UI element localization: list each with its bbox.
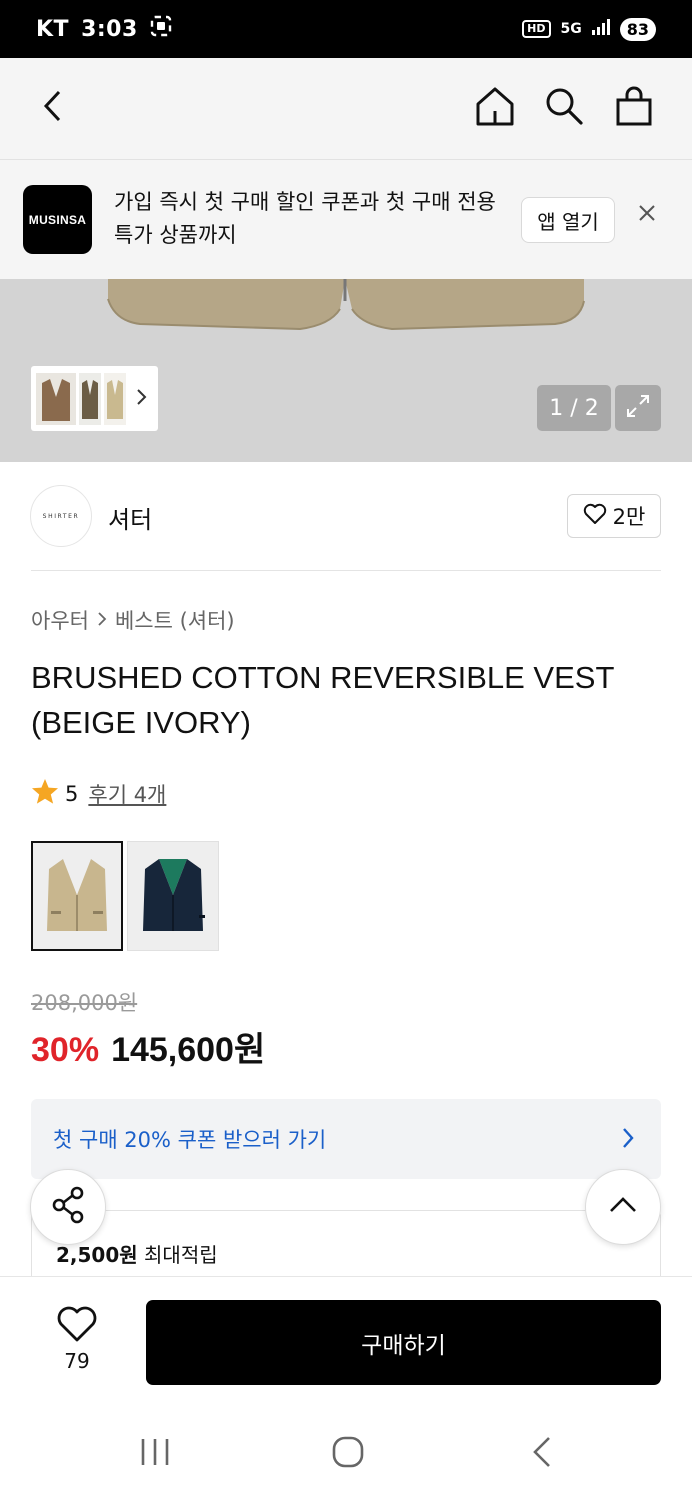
- expand-icon: [625, 393, 651, 423]
- hd-badge: HD: [522, 20, 551, 38]
- shopping-bag-icon: [615, 86, 653, 130]
- thumbnail-beige-vest[interactable]: [104, 372, 126, 425]
- heart-icon: [56, 1306, 98, 1347]
- share-icon: [50, 1186, 86, 1228]
- app-install-banner: MUSINSA 가입 즉시 첫 구매 할인 쿠폰과 첫 구매 전용 특가 상품까…: [0, 160, 692, 279]
- close-icon: [638, 205, 656, 226]
- thumbnail-olive-vest[interactable]: [79, 372, 101, 425]
- cart-button[interactable]: [610, 84, 658, 132]
- beige-vest-thumbnail: [47, 859, 107, 931]
- sale-price: 145,600원: [111, 1031, 266, 1069]
- expand-image-button[interactable]: [615, 385, 661, 431]
- breadcrumb-category[interactable]: 아우터: [31, 605, 89, 635]
- product-title: BRUSHED COTTON REVERSIBLE VEST (BEIGE IV…: [31, 660, 614, 740]
- bottom-purchase-bar: 79 구매하기: [0, 1276, 692, 1406]
- coupon-label: 첫 구매 20% 쿠폰 받으러 가기: [53, 1128, 327, 1152]
- brand-logo-text: SHIRTER: [42, 512, 80, 520]
- back-arrow-icon: [531, 1435, 553, 1473]
- network-label: 5G: [560, 21, 582, 37]
- divider: [31, 570, 661, 571]
- product-image-carousel[interactable]: 1 / 2: [0, 279, 692, 462]
- chevron-right-icon: [97, 608, 107, 632]
- rating-row: 5 후기 4개: [31, 778, 166, 809]
- chevron-right-icon: [621, 1126, 635, 1155]
- back-system-button[interactable]: [518, 1430, 566, 1478]
- review-link[interactable]: 후기 4개: [88, 779, 166, 809]
- original-price: 208,000원: [31, 991, 138, 1015]
- wishlist-count: 79: [64, 1349, 90, 1373]
- chevron-right-icon[interactable]: [135, 388, 147, 410]
- rating-value: 5: [65, 781, 79, 806]
- thumbnail-strip[interactable]: [31, 366, 158, 431]
- brand-name[interactable]: 셔터: [108, 500, 152, 535]
- breadcrumb-sub-category[interactable]: 베스트 (셔터): [115, 605, 235, 635]
- image-page-indicator: 1 / 2: [537, 385, 611, 431]
- battery-indicator: 83: [619, 17, 656, 41]
- chevron-up-icon: [609, 1196, 637, 1218]
- discount-rate: 30%: [31, 1031, 100, 1069]
- recent-apps-button[interactable]: [131, 1430, 179, 1478]
- points-suffix: 최대적립: [137, 1243, 218, 1267]
- thumbnail-brown-vest[interactable]: [36, 372, 76, 425]
- scroll-to-top-button[interactable]: [585, 1169, 661, 1245]
- breadcrumb: 아우터 베스트 (셔터): [31, 605, 235, 635]
- wishlist-button[interactable]: 79: [52, 1305, 102, 1373]
- open-app-button[interactable]: 앱 열기: [521, 197, 615, 243]
- color-option-beige[interactable]: [31, 841, 123, 951]
- star-icon: [31, 778, 59, 809]
- recent-apps-icon: [139, 1437, 171, 1471]
- navy-vest-thumbnail: [143, 859, 205, 931]
- home-button[interactable]: [471, 84, 519, 132]
- heart-icon: [583, 503, 607, 530]
- home-circle-icon: [331, 1435, 365, 1473]
- search-button[interactable]: [540, 84, 588, 132]
- share-button[interactable]: [30, 1169, 106, 1245]
- screenshot-icon: [150, 15, 172, 43]
- buy-button[interactable]: 구매하기: [146, 1300, 661, 1385]
- back-button[interactable]: [30, 84, 78, 132]
- first-purchase-coupon-banner[interactable]: 첫 구매 20% 쿠폰 받으러 가기: [31, 1099, 661, 1179]
- home-icon: [474, 85, 516, 131]
- banner-close-button[interactable]: [638, 204, 656, 226]
- carrier-label: KT: [36, 16, 70, 42]
- system-navigation-bar: [0, 1406, 692, 1500]
- price-row: 30% 145,600원: [31, 1022, 265, 1071]
- points-amount: 2,500원: [56, 1243, 138, 1267]
- brand-like-count: 2만: [612, 505, 646, 529]
- musinsa-logo: MUSINSA: [23, 185, 92, 254]
- home-system-button[interactable]: [324, 1430, 372, 1478]
- signal-icon: [591, 19, 610, 39]
- brand-row: SHIRTER 셔터 2만: [0, 462, 692, 572]
- top-nav: [0, 58, 692, 160]
- search-icon: [544, 86, 584, 130]
- status-bar: KT 3:03 HD 5G 83: [0, 0, 692, 58]
- brand-like-button[interactable]: 2만: [567, 494, 661, 538]
- color-option-navy[interactable]: [127, 841, 219, 951]
- brand-logo[interactable]: SHIRTER: [30, 485, 92, 547]
- chevron-left-icon: [40, 89, 68, 127]
- clock: 3:03: [81, 16, 138, 42]
- banner-message: 가입 즉시 첫 구매 할인 쿠폰과 첫 구매 전용 특가 상품까지: [114, 190, 496, 247]
